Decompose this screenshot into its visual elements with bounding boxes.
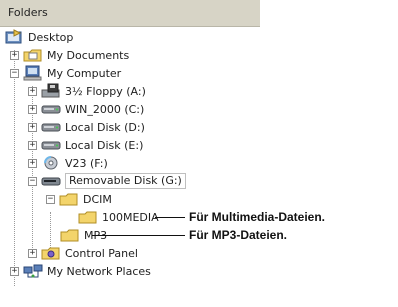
tree-label-my-documents: My Documents	[47, 48, 130, 62]
expand-toggle-network[interactable]: +	[10, 266, 19, 276]
tree-item-g-drive[interactable]: − Removable Disk (G:)	[28, 172, 186, 190]
collapse-toggle-dcim[interactable]: −	[46, 194, 55, 204]
tree-item-floppy[interactable]: + 3½ Floppy (A:)	[28, 82, 146, 100]
tree-item-desktop[interactable]: Desktop	[4, 28, 73, 46]
folder-tree: Desktop + My Documents − My Computer + 3…	[0, 28, 260, 307]
expand-toggle-control-panel[interactable]: +	[28, 248, 37, 258]
network-places-icon	[23, 263, 43, 279]
tree-item-c-drive[interactable]: + WIN_2000 (C:)	[28, 100, 144, 118]
removable-disk-icon	[41, 173, 61, 189]
tree-label-control-panel: Control Panel	[65, 246, 138, 260]
tree-label-d-drive: Local Disk (D:)	[65, 120, 145, 134]
collapse-toggle-my-computer[interactable]: −	[10, 68, 19, 78]
cd-drive-icon	[41, 155, 61, 171]
tree-label-dcim: DCIM	[83, 192, 112, 206]
folders-header-label: Folders	[8, 6, 48, 19]
tree-label-floppy: 3½ Floppy (A:)	[65, 84, 146, 98]
hard-disk-icon	[41, 101, 61, 117]
floppy-drive-icon	[41, 83, 61, 99]
tree-label-desktop: Desktop	[28, 30, 74, 44]
tree-item-my-documents[interactable]: + My Documents	[10, 46, 129, 64]
computer-icon	[23, 65, 43, 81]
collapse-toggle-g-drive[interactable]: −	[28, 176, 37, 186]
hard-disk-icon	[41, 119, 61, 135]
tree-line	[14, 50, 15, 286]
annotation-leader-mp3	[92, 235, 185, 236]
expand-toggle-d-drive[interactable]: +	[28, 122, 37, 132]
expand-toggle-f-drive[interactable]: +	[28, 158, 37, 168]
folder-icon	[60, 227, 80, 243]
tree-label-f-drive: V23 (F:)	[65, 156, 108, 170]
folders-header: Folders	[0, 0, 260, 27]
hard-disk-icon	[41, 137, 61, 153]
tree-item-d-drive[interactable]: + Local Disk (D:)	[28, 118, 145, 136]
tree-item-network[interactable]: + My Network Places	[10, 262, 151, 280]
tree-label-100media: 100MEDIA	[102, 210, 159, 224]
annotation-leader-media	[155, 217, 185, 218]
tree-item-control-panel[interactable]: + Control Panel	[28, 244, 138, 262]
folders-panel: Folders Desktop + My Documents − My Comp…	[0, 0, 260, 307]
desktop-icon	[4, 29, 24, 45]
documents-folder-icon	[23, 47, 43, 63]
expand-toggle-c-drive[interactable]: +	[28, 104, 37, 114]
tree-label-network: My Network Places	[47, 264, 151, 278]
expand-toggle-my-documents[interactable]: +	[10, 50, 19, 60]
tree-item-dcim[interactable]: − DCIM	[46, 190, 112, 208]
tree-item-100media[interactable]: 100MEDIA	[78, 208, 159, 226]
annotation-media: Für Multimedia-Dateien.	[189, 210, 326, 224]
folder-icon	[78, 209, 98, 225]
folder-icon	[59, 191, 79, 207]
tree-item-my-computer[interactable]: − My Computer	[10, 64, 121, 82]
expand-toggle-e-drive[interactable]: +	[28, 140, 37, 150]
annotation-mp3: Für MP3-Dateien.	[189, 228, 288, 242]
tree-label-g-drive: Removable Disk (G:)	[65, 173, 186, 189]
tree-item-e-drive[interactable]: + Local Disk (E:)	[28, 136, 143, 154]
control-panel-icon	[41, 245, 61, 261]
tree-label-e-drive: Local Disk (E:)	[65, 138, 144, 152]
tree-label-my-computer: My Computer	[47, 66, 122, 80]
tree-label-c-drive: WIN_2000 (C:)	[65, 102, 145, 116]
expand-toggle-floppy[interactable]: +	[28, 86, 37, 96]
tree-item-f-drive[interactable]: + V23 (F:)	[28, 154, 108, 172]
